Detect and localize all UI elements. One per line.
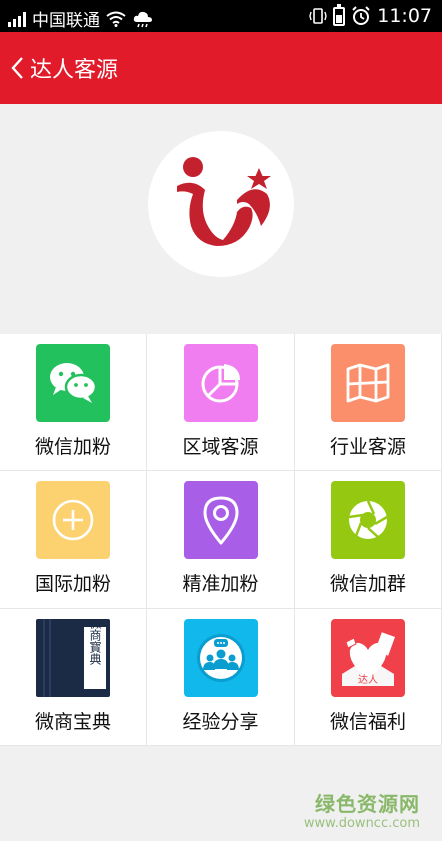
grid-item-wechat-welfare[interactable]: 达人 微信福利	[295, 609, 442, 746]
signal-icon	[8, 11, 26, 27]
grid-item-label: 微信加群	[329, 573, 406, 595]
grid-item-label: 行业客源	[329, 436, 406, 458]
plus-tile	[36, 481, 110, 559]
group-tile	[183, 619, 258, 697]
group-chat-icon	[196, 634, 245, 682]
weather-cloud-icon	[133, 11, 152, 27]
watermark-url: www.downcc.com	[303, 816, 420, 831]
grid-item-business-guide[interactable]: 微商寳典 微商宝典	[0, 609, 147, 746]
gift-tile: 达人	[331, 619, 405, 697]
grid-item-label: 微商宝典	[34, 711, 111, 733]
map-icon	[346, 363, 390, 403]
grid-item-label: 国际加粉	[34, 573, 111, 595]
camera-shutter-icon	[348, 500, 388, 539]
carrier-name: 中国联通	[32, 11, 100, 31]
grid-item-regional-sources[interactable]: 区域客源	[147, 334, 295, 471]
app-logo	[148, 131, 294, 277]
grid-item-label: 微信加粉	[34, 436, 111, 458]
book-icon: 微商寳典	[43, 619, 106, 697]
wechat-tile	[36, 344, 110, 422]
location-tile	[183, 481, 258, 559]
watermark: 绿色资源网 www.downcc.com	[304, 788, 420, 831]
book-tile: 微商寳典	[36, 619, 110, 697]
grid-item-industry-sources[interactable]: 行业客源	[295, 334, 442, 471]
grid-item-international-fans[interactable]: 国际加粉	[0, 471, 147, 609]
book-icon-text: 微商寳典	[88, 619, 102, 665]
plus-circle-icon	[52, 499, 94, 541]
heart-gift-icon: 达人	[342, 632, 395, 686]
battery-icon	[333, 3, 346, 26]
clock: 11:07	[377, 5, 432, 27]
grid-item-label: 微信福利	[329, 711, 406, 733]
logo-icon	[177, 157, 271, 246]
pie-chart-tile	[183, 344, 258, 422]
chevron-left-icon	[11, 57, 23, 79]
grid-item-label: 经验分享	[182, 711, 259, 733]
pie-chart-icon	[201, 364, 240, 403]
grid-item-label: 区域客源	[182, 436, 259, 458]
grid-item-wechat-fans[interactable]: 微信加粉	[0, 334, 147, 471]
shutter-tile	[331, 481, 405, 559]
location-pin-icon	[203, 496, 238, 545]
back-button[interactable]	[4, 32, 30, 104]
vibrate-icon	[309, 8, 327, 24]
watermark-text: 绿色资源网	[315, 792, 420, 816]
wifi-icon	[106, 11, 126, 27]
grid-item-precise-fans[interactable]: 精准加粉	[147, 471, 295, 609]
grid-item-label: 精准加粉	[182, 573, 259, 595]
status-bar: 中国联通 11:07	[0, 0, 442, 32]
feature-grid: 微信加粉 区域客源 行业客源 国际加粉 精准加粉 微信加群 微商寳典 微商宝典 …	[0, 334, 442, 746]
wechat-icon	[50, 363, 98, 403]
gift-icon-text: 达人	[358, 674, 378, 686]
grid-item-wechat-groups[interactable]: 微信加群	[295, 471, 442, 609]
alarm-icon	[352, 6, 370, 25]
page-title: 达人客源	[30, 58, 119, 83]
grid-item-experience-sharing[interactable]: 经验分享	[147, 609, 295, 746]
title-bar: 达人客源	[0, 32, 442, 104]
map-tile	[331, 344, 405, 422]
